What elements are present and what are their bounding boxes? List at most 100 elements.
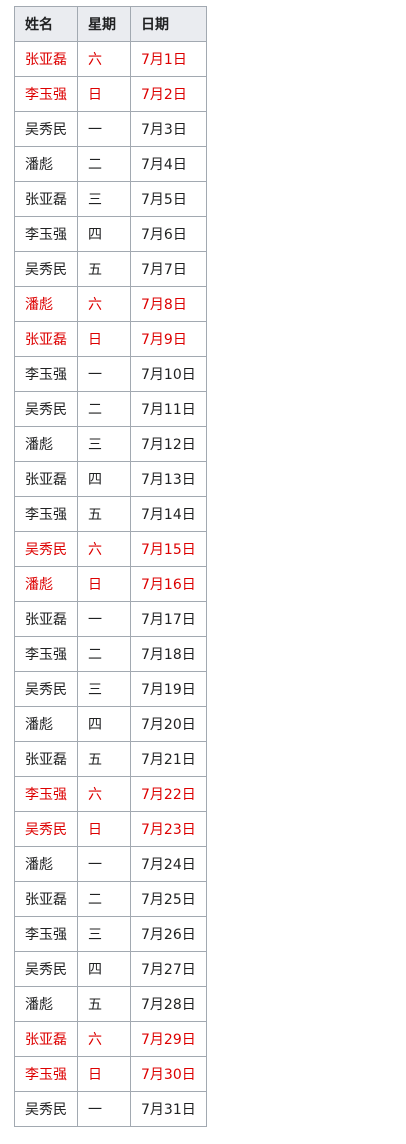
- table-row: 吴秀民三 7月19日: [14, 671, 207, 707]
- cell-date: 7月5日: [130, 181, 207, 217]
- cell-name: 吴秀民: [14, 671, 78, 707]
- cell-name: 潘彪: [14, 286, 78, 322]
- cell-date: 7月22日: [130, 776, 207, 812]
- cell-name: 潘彪: [14, 706, 78, 742]
- table-row: 李玉强五 7月14日: [14, 496, 207, 532]
- table-row: 张亚磊四 7月13日: [14, 461, 207, 497]
- cell-weekday: 一: [77, 601, 131, 637]
- cell-name: 潘彪: [14, 566, 78, 602]
- cell-date: 7月18日: [130, 636, 207, 672]
- cell-name: 张亚磊: [14, 181, 78, 217]
- table-row: 张亚磊一 7月17日: [14, 601, 207, 637]
- table-row: 潘彪三 7月12日: [14, 426, 207, 462]
- cell-weekday: 三: [77, 426, 131, 462]
- cell-weekday: 六: [77, 776, 131, 812]
- cell-weekday: 二: [77, 391, 131, 427]
- table-row: 吴秀民一 7月3日: [14, 111, 207, 147]
- cell-weekday: 六: [77, 286, 131, 322]
- cell-date: 7月25日: [130, 881, 207, 917]
- table-row: 张亚磊日 7月9日: [14, 321, 207, 357]
- cell-name: 李玉强: [14, 776, 78, 812]
- table-row: 李玉强日 7月30日: [14, 1056, 207, 1092]
- table-row: 李玉强二 7月18日: [14, 636, 207, 672]
- cell-name: 吴秀民: [14, 111, 78, 147]
- table-row: 李玉强六 7月22日: [14, 776, 207, 812]
- cell-weekday: 五: [77, 251, 131, 287]
- cell-name: 潘彪: [14, 986, 78, 1022]
- cell-date: 7月23日: [130, 811, 207, 847]
- cell-date: 7月1日: [130, 41, 207, 77]
- cell-date: 7月13日: [130, 461, 207, 497]
- table-row: 吴秀民六 7月15日: [14, 531, 207, 567]
- cell-date: 7月3日: [130, 111, 207, 147]
- cell-weekday: 一: [77, 111, 131, 147]
- cell-name: 李玉强: [14, 356, 78, 392]
- cell-date: 7月15日: [130, 531, 207, 567]
- cell-name: 李玉强: [14, 216, 78, 252]
- cell-name: 潘彪: [14, 146, 78, 182]
- cell-name: 张亚磊: [14, 881, 78, 917]
- cell-date: 7月28日: [130, 986, 207, 1022]
- cell-date: 7月27日: [130, 951, 207, 987]
- cell-weekday: 五: [77, 496, 131, 532]
- cell-weekday: 一: [77, 846, 131, 882]
- cell-weekday: 三: [77, 671, 131, 707]
- table-row: 潘彪四 7月20日: [14, 706, 207, 742]
- cell-weekday: 四: [77, 951, 131, 987]
- cell-name: 吴秀民: [14, 1091, 78, 1127]
- cell-date: 7月31日: [130, 1091, 207, 1127]
- cell-name: 李玉强: [14, 636, 78, 672]
- cell-weekday: 六: [77, 1021, 131, 1057]
- cell-date: 7月19日: [130, 671, 207, 707]
- cell-date: 7月12日: [130, 426, 207, 462]
- cell-weekday: 二: [77, 636, 131, 672]
- cell-weekday: 四: [77, 706, 131, 742]
- header-weekday: 星期: [77, 6, 131, 42]
- cell-name: 潘彪: [14, 426, 78, 462]
- table-row: 潘彪日 7月16日: [14, 566, 207, 602]
- cell-weekday: 六: [77, 531, 131, 567]
- table-row: 吴秀民四 7月27日: [14, 951, 207, 987]
- table-row: 潘彪二 7月4日: [14, 146, 207, 182]
- cell-name: 李玉强: [14, 916, 78, 952]
- cell-weekday: 日: [77, 76, 131, 112]
- cell-name: 吴秀民: [14, 811, 78, 847]
- table-row: 张亚磊六 7月29日: [14, 1021, 207, 1057]
- table-row: 张亚磊五 7月21日: [14, 741, 207, 777]
- cell-date: 7月7日: [130, 251, 207, 287]
- cell-name: 吴秀民: [14, 951, 78, 987]
- header-name: 姓名: [14, 6, 78, 42]
- cell-weekday: 日: [77, 321, 131, 357]
- cell-date: 7月20日: [130, 706, 207, 742]
- cell-date: 7月30日: [130, 1056, 207, 1092]
- cell-weekday: 四: [77, 216, 131, 252]
- duty-table: 姓名 星期 日期 张亚磊六 7月1日 李玉强日 7月2日 吴秀民一 7月3日 潘彪二 7月4日…: [14, 6, 207, 1127]
- cell-date: 7月24日: [130, 846, 207, 882]
- cell-weekday: 三: [77, 181, 131, 217]
- cell-name: 张亚磊: [14, 461, 78, 497]
- cell-name: 李玉强: [14, 76, 78, 112]
- cell-date: 7月21日: [130, 741, 207, 777]
- cell-date: 7月9日: [130, 321, 207, 357]
- table-row: 李玉强一 7月10日: [14, 356, 207, 392]
- table-row: 吴秀民日 7月23日: [14, 811, 207, 847]
- cell-name: 张亚磊: [14, 41, 78, 77]
- cell-weekday: 五: [77, 741, 131, 777]
- table-row: 潘彪五 7月28日: [14, 986, 207, 1022]
- header-date: 日期: [130, 6, 207, 42]
- table-row: 潘彪一 7月24日: [14, 846, 207, 882]
- duty-schedule: 姓名 星期 日期 张亚磊六 7月1日 李玉强日 7月2日 吴秀民一 7月3日 潘彪二 7月4日…: [14, 6, 207, 1127]
- cell-date: 7月10日: [130, 356, 207, 392]
- cell-name: 张亚磊: [14, 741, 78, 777]
- table-row: 李玉强四 7月6日: [14, 216, 207, 252]
- cell-weekday: 三: [77, 916, 131, 952]
- cell-date: 7月14日: [130, 496, 207, 532]
- table-header-row: 姓名 星期 日期: [14, 6, 207, 42]
- cell-date: 7月4日: [130, 146, 207, 182]
- cell-name: 张亚磊: [14, 1021, 78, 1057]
- cell-date: 7月17日: [130, 601, 207, 637]
- table-row: 李玉强日 7月2日: [14, 76, 207, 112]
- cell-date: 7月29日: [130, 1021, 207, 1057]
- cell-date: 7月6日: [130, 216, 207, 252]
- cell-name: 李玉强: [14, 1056, 78, 1092]
